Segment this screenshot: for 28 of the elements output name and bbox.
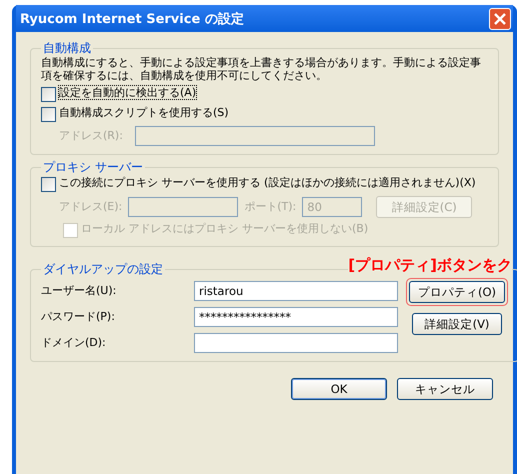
- checkbox[interactable]: [41, 177, 56, 192]
- input-field[interactable]: ristarou: [194, 281, 398, 302]
- input-field[interactable]: [194, 333, 398, 354]
- checkbox[interactable]: [41, 107, 56, 122]
- field-label: パスワード(P):: [41, 310, 116, 324]
- checkbox-label: 設定を自動的に検出する(A): [59, 86, 196, 100]
- checkbox[interactable]: [41, 87, 56, 102]
- checkbox-label: 自動構成スクリプトを使用する(S): [59, 106, 229, 120]
- address-label: アドレス(E):: [59, 200, 122, 214]
- address-label: アドレス(R):: [59, 130, 123, 143]
- window-title: Ryucom Internet Service の設定: [20, 10, 244, 28]
- group-title: 自動構成: [42, 40, 92, 57]
- dialog-button[interactable]: OK: [291, 378, 387, 400]
- group-title: ダイヤルアップの設定: [42, 261, 164, 278]
- port-label: ポート(T):: [244, 200, 296, 214]
- field-label: ドメイン(D):: [41, 336, 107, 350]
- close-button[interactable]: [489, 8, 511, 30]
- close-icon: [494, 12, 506, 24]
- annotation-text: [プロパティ]ボタンをク: [348, 256, 512, 276]
- dialup-button[interactable]: プロパティ(O): [409, 281, 505, 304]
- dialup-button[interactable]: 詳細設定(V): [412, 313, 502, 336]
- field-label: ユーザー名(U):: [41, 284, 118, 298]
- dialog-button[interactable]: キャンセル: [397, 378, 493, 400]
- checkbox-label: この接続にプロキシ サーバーを使用する (設定はほかの接続には適用されません)(X): [59, 176, 476, 190]
- input-field[interactable]: ****************: [194, 307, 398, 328]
- description-text: 自動構成にすると、手動による設定事項を上書きする場合があります。手動による設定事項を確保するには、自動構成を使用不可にしてください。: [41, 57, 482, 82]
- checkbox-label: ローカル アドレスにはプロキシ サーバーを使用しない(B): [81, 222, 368, 236]
- group-title: プロキシ サーバー: [42, 159, 144, 176]
